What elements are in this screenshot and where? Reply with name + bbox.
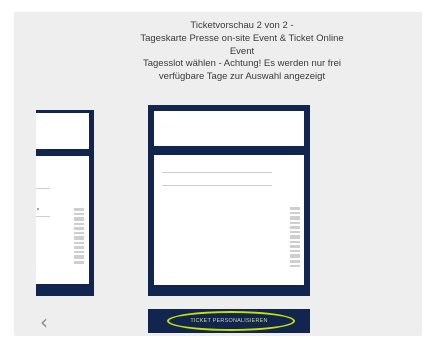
title-line: Event — [229, 45, 255, 57]
ticket-preview-current — [148, 105, 310, 296]
title-line: Tageskarte Presse on-site Event & Ticket… — [140, 32, 344, 44]
title-line: Tagesslot wählen - Achtung! Es werden nu… — [142, 58, 342, 70]
chevron-left-icon[interactable]: ‹ — [37, 312, 51, 332]
ticket-text-line — [36, 216, 50, 217]
title-line: verfügbare Tage zur Auswahl angezeigt — [158, 71, 326, 83]
title-line: Ticketvorschau 2 von 2 - — [190, 20, 294, 31]
preview-title: Ticketvorschau 2 von 2 - Tageskarte Pres… — [112, 20, 372, 84]
ticket-body-area — [154, 155, 304, 285]
ticket-header-area — [154, 111, 304, 146]
ticket-text-mark — [37, 208, 39, 210]
ticket-preview-previous[interactable] — [36, 110, 94, 296]
ticket-text-line — [162, 172, 272, 173]
personalize-ticket-label: TICKET PERSONALISIEREN — [190, 318, 268, 324]
ticket-text-line — [36, 188, 50, 189]
ticket-header-area — [36, 113, 89, 149]
personalize-ticket-button[interactable]: TICKET PERSONALISIEREN — [148, 309, 310, 333]
ticket-body-area — [36, 156, 89, 284]
barcode-icon — [74, 208, 84, 268]
barcode-icon — [290, 207, 300, 269]
ticket-text-line — [162, 185, 272, 186]
